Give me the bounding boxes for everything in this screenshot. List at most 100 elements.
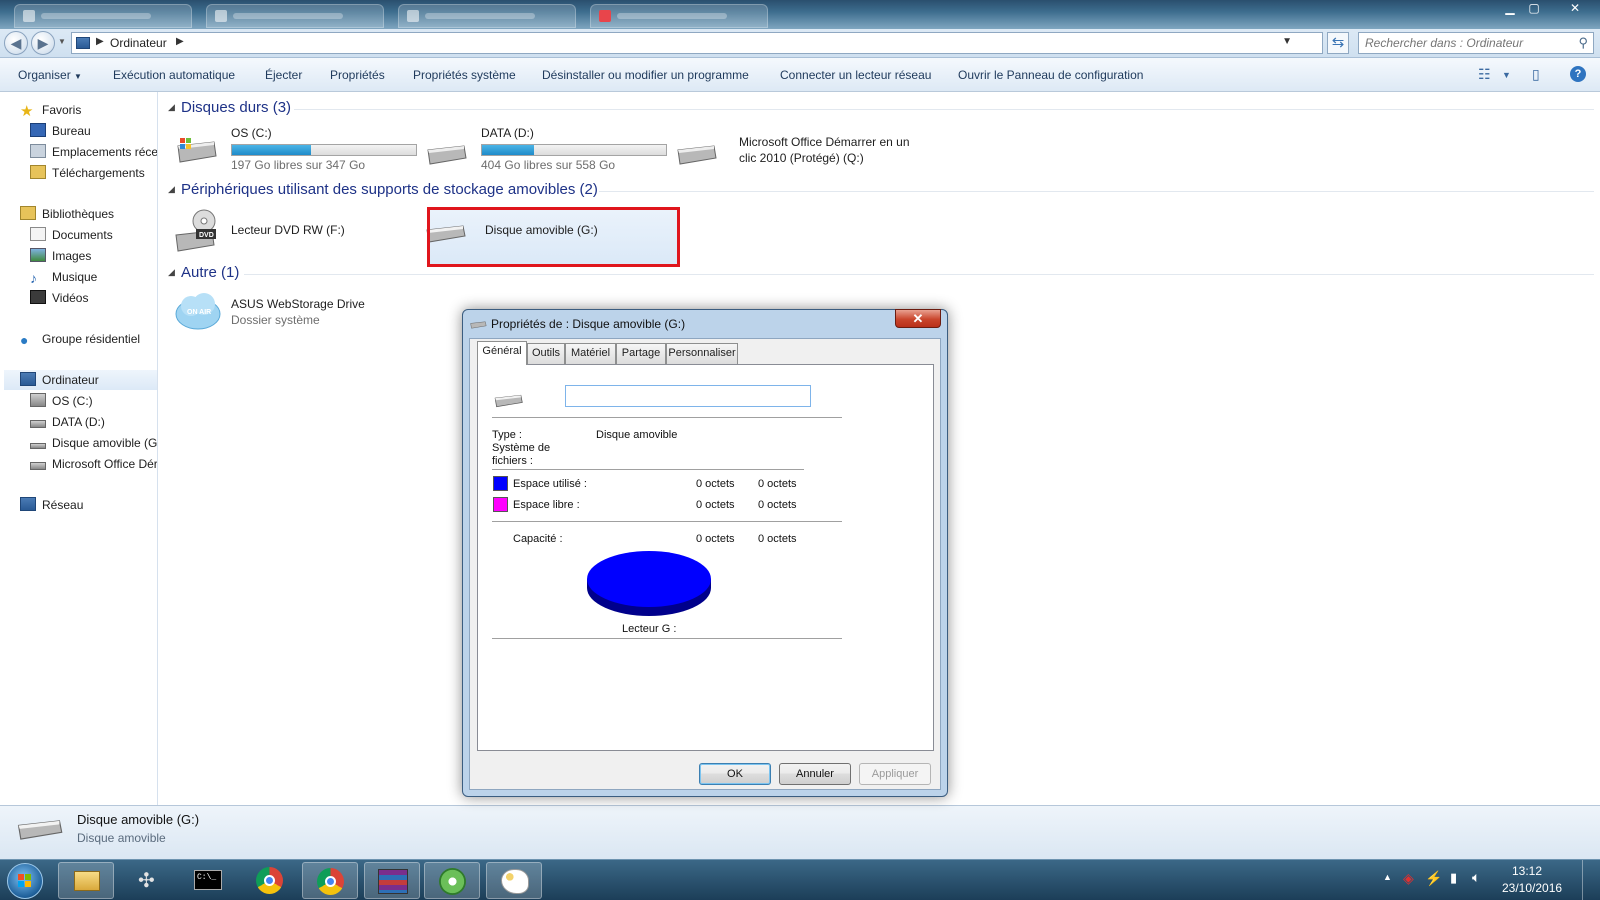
paint-palette-icon (501, 869, 529, 894)
nav-removable-g[interactable]: Disque amovible (G: (30, 433, 157, 453)
collapse-triangle-icon[interactable]: ◢ (168, 102, 175, 113)
free-space-label: Espace libre : (513, 499, 580, 511)
nav-images[interactable]: Images (30, 246, 91, 266)
eject-button[interactable]: Éjecter (265, 68, 302, 82)
chevron-down-icon: ▼ (74, 72, 82, 81)
taskbar-chrome[interactable] (242, 862, 298, 899)
taskbar-app-fan[interactable]: ✣ (120, 862, 176, 899)
nav-libraries[interactable]: Bibliothèques (20, 204, 114, 224)
system-properties-button[interactable]: Propriétés système (413, 68, 516, 82)
nav-network[interactable]: Réseau (20, 495, 83, 515)
control-panel-button[interactable]: Ouvrir le Panneau de configuration (958, 68, 1143, 82)
background-tab[interactable] (206, 4, 384, 28)
organize-label: Organiser (18, 68, 71, 82)
history-dropdown-icon[interactable]: ▼ (58, 37, 66, 46)
view-options-icon[interactable]: ☷ (1478, 66, 1491, 83)
dialog-close-button[interactable]: ✕ (895, 309, 941, 328)
taskbar-explorer[interactable] (58, 862, 114, 899)
nav-documents[interactable]: Documents (30, 225, 113, 245)
power-icon[interactable]: ⚡ (1425, 870, 1442, 887)
preview-pane-icon[interactable]: ▯ (1532, 66, 1540, 83)
ok-button[interactable]: OK (699, 763, 771, 785)
back-button[interactable]: ◀ (4, 31, 28, 55)
volume-label-input[interactable] (565, 385, 811, 407)
background-tab[interactable] (14, 4, 192, 28)
tab-hardware[interactable]: Matériel (565, 343, 616, 364)
breadcrumb-computer[interactable]: Ordinateur (110, 36, 167, 50)
nav-recent-places[interactable]: Emplacements récer (30, 142, 157, 162)
search-icon[interactable]: ⚲ (1578, 35, 1588, 51)
taskbar-chrome-2[interactable] (302, 862, 358, 899)
free-space-swatch (493, 497, 508, 512)
tab-customize[interactable]: Personnaliser (666, 343, 738, 364)
images-icon (30, 248, 46, 262)
show-hidden-icons[interactable]: ▲ (1383, 872, 1392, 882)
red-highlight-box (427, 207, 680, 267)
address-dropdown-icon[interactable]: ▼ (1282, 36, 1292, 47)
taskbar-winrar[interactable] (364, 862, 420, 899)
taskbar-app-disk[interactable] (424, 862, 480, 899)
map-network-drive-button[interactable]: Connecter un lecteur réseau (780, 68, 931, 82)
taskbar-paint[interactable] (486, 862, 542, 899)
nav-desktop[interactable]: Bureau (30, 121, 91, 141)
nav-office-q[interactable]: Microsoft Office Dér (30, 454, 157, 474)
tab-tools[interactable]: Outils (527, 343, 565, 364)
nav-homegroup[interactable]: ● Groupe résidentiel (20, 329, 140, 349)
general-tab-page: Type : Disque amovible Système de fichie… (477, 364, 934, 751)
group-header-other[interactable]: Autre (1) (181, 264, 239, 281)
help-icon[interactable]: ? (1570, 66, 1586, 82)
start-button[interactable] (7, 863, 43, 899)
clock-date[interactable]: 23/10/2016 (1502, 881, 1562, 895)
nav-computer[interactable]: Ordinateur (4, 370, 157, 390)
view-dropdown-icon[interactable]: ▼ (1502, 70, 1511, 80)
forward-button[interactable]: ▶ (31, 31, 55, 55)
background-tab[interactable] (590, 4, 768, 28)
windows-drive-icon (177, 138, 217, 163)
nav-label: OS (C:) (52, 394, 93, 408)
hard-drive-icon (30, 462, 46, 470)
nav-favorites[interactable]: ★ Favoris (20, 100, 81, 120)
autoplay-button[interactable]: Exécution automatique (113, 68, 235, 82)
show-desktop-button[interactable] (1582, 860, 1600, 900)
breadcrumb-separator-icon[interactable]: ▶ (176, 36, 184, 47)
nav-label: Favoris (42, 103, 82, 117)
close-window-button[interactable]: ✕ (1562, 0, 1588, 18)
item-name: ASUS WebStorage Drive (231, 297, 365, 311)
drive-usage-fill (482, 145, 534, 155)
background-tab[interactable] (398, 4, 576, 28)
nav-label: Ordinateur (42, 373, 99, 387)
nav-music[interactable]: ♪ Musique (30, 267, 97, 287)
clock-time[interactable]: 13:12 (1512, 864, 1542, 878)
group-header-removable[interactable]: Périphériques utilisant des supports de … (181, 181, 598, 198)
maximize-button[interactable]: ▢ (1521, 0, 1547, 18)
nav-videos[interactable]: Vidéos (30, 288, 88, 308)
nav-os-c[interactable]: OS (C:) (30, 391, 93, 411)
organize-menu[interactable]: Organiser ▼ (18, 68, 82, 82)
search-box[interactable]: ⚲ (1358, 32, 1594, 54)
search-input[interactable] (1359, 33, 1559, 53)
uninstall-program-button[interactable]: Désinstaller ou modifier un programme (542, 68, 749, 82)
group-header-hard-disks[interactable]: Disques durs (3) (181, 99, 291, 116)
address-bar[interactable]: ▶ Ordinateur ▶ ▼ (71, 32, 1323, 54)
drive-name: Lecteur DVD RW (F:) (231, 223, 345, 237)
nav-data-d[interactable]: DATA (D:) (30, 412, 105, 432)
breadcrumb-separator-icon[interactable]: ▶ (96, 36, 104, 47)
network-signal-icon[interactable]: ▮ (1450, 870, 1457, 886)
antivirus-icon[interactable]: ◈ (1403, 870, 1414, 887)
svg-text:ON AIR: ON AIR (187, 309, 211, 316)
cancel-button[interactable]: Annuler (779, 763, 851, 785)
item-type: Dossier système (231, 313, 320, 327)
volume-icon[interactable]: 🔈︎ (1472, 869, 1480, 886)
collapse-triangle-icon[interactable]: ◢ (168, 267, 175, 278)
refresh-button[interactable]: ⇆ (1327, 32, 1349, 54)
apply-button[interactable]: Appliquer (859, 763, 931, 785)
fan-icon: ✣ (138, 870, 155, 892)
taskbar-cmd[interactable]: C:\_ (180, 862, 236, 899)
tab-general[interactable]: Général (477, 341, 527, 365)
type-value: Disque amovible (596, 429, 678, 441)
properties-button[interactable]: Propriétés (330, 68, 385, 82)
collapse-triangle-icon[interactable]: ◢ (168, 184, 175, 195)
minimize-button[interactable]: ▁ (1497, 0, 1523, 18)
nav-downloads[interactable]: Téléchargements (30, 163, 145, 183)
tab-sharing[interactable]: Partage (616, 343, 666, 364)
